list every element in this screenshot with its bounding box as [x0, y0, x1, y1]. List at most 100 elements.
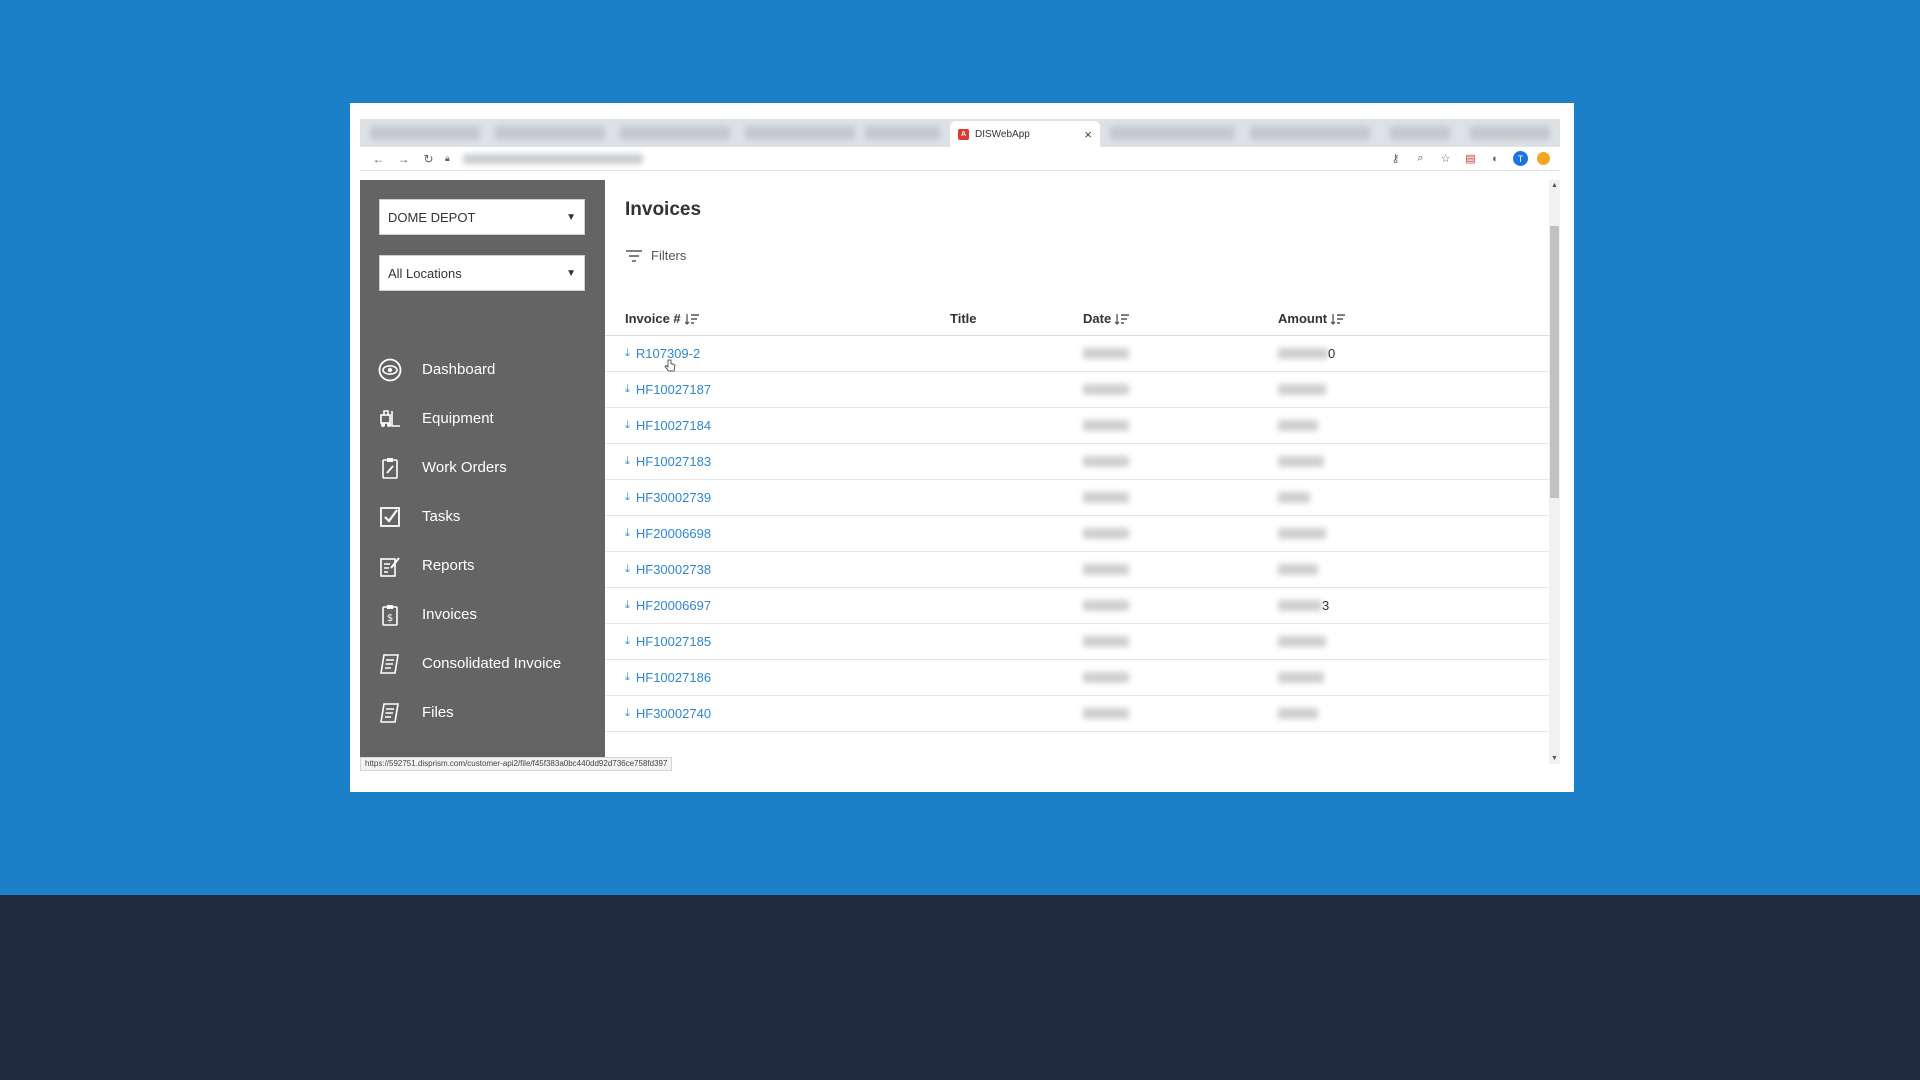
- sidebar-item-equipment[interactable]: Equipment: [360, 394, 605, 443]
- download-icon: ⤓: [625, 419, 630, 431]
- star-icon[interactable]: ☆: [1433, 152, 1458, 165]
- scrollbar[interactable]: ▲ ▼: [1549, 180, 1560, 764]
- amount-cell: [1278, 708, 1318, 719]
- sidebar-item-reports[interactable]: Reports: [360, 541, 605, 590]
- pdf-extension-icon[interactable]: ▤: [1458, 152, 1483, 165]
- column-date-label: Date: [1083, 311, 1112, 326]
- extension-badge-icon[interactable]: [1537, 152, 1550, 165]
- invoice-number: HF10027183: [635, 454, 712, 469]
- sidebar-item-label: Tasks: [422, 508, 461, 525]
- sidebar-item-label: Dashboard: [422, 361, 496, 378]
- blurred-tab[interactable]: [1470, 126, 1550, 140]
- key-icon[interactable]: ⚷: [1383, 152, 1408, 165]
- invoice-link[interactable]: ⤓ HF10027183: [625, 454, 711, 469]
- clipboard-wrench-icon: [378, 456, 402, 480]
- amount-tail: 3: [1322, 598, 1330, 613]
- invoice-link[interactable]: ⤓ HF30002739: [625, 490, 711, 505]
- sidebar-item-work-orders[interactable]: Work Orders: [360, 443, 605, 492]
- amount-cell: [1278, 456, 1324, 467]
- browser-inner: A DISWebApp × ← → ↻ 🔒︎ ⚷ ⌕ ☆ ▤ ◐ T DOME …: [360, 119, 1560, 789]
- files-icon: [378, 701, 402, 725]
- scroll-thumb[interactable]: [1550, 226, 1559, 498]
- invoice-link[interactable]: ⤓ HF10027184: [625, 418, 711, 433]
- active-tab[interactable]: A DISWebApp ×: [950, 121, 1100, 147]
- column-date[interactable]: Date: [1083, 311, 1130, 326]
- blurred-tab[interactable]: [745, 126, 855, 140]
- table-row: ⤓ HF20006697 3: [605, 588, 1549, 624]
- invoice-link[interactable]: ⤓ R107309-2: [625, 346, 700, 361]
- download-icon: ⤓: [625, 599, 630, 611]
- sidebar-item-label: Reports: [422, 557, 475, 574]
- scroll-down-icon[interactable]: ▼: [1550, 755, 1559, 762]
- invoice-number: HF10027185: [635, 634, 712, 649]
- amount-cell: [1278, 636, 1326, 647]
- company-select[interactable]: DOME DEPOT ▼: [379, 199, 585, 235]
- table-row: ⤓ HF10027187: [605, 372, 1549, 408]
- invoice-table: Invoice # Title Date Amount ⤓ R107309-2 …: [605, 302, 1549, 732]
- invoice-number: HF30002740: [635, 706, 712, 721]
- amount-cell: [1278, 384, 1326, 395]
- invoice-link[interactable]: ⤓ HF10027185: [625, 634, 711, 649]
- sidebar-item-consolidated-invoice[interactable]: Consolidated Invoice: [360, 639, 605, 688]
- lock-icon[interactable]: 🔒︎: [445, 153, 457, 164]
- company-select-value: DOME DEPOT: [388, 209, 476, 225]
- sort-icon[interactable]: [684, 313, 700, 325]
- sidebar-item-label: Consolidated Invoice: [422, 655, 562, 672]
- sidebar-item-dashboard[interactable]: Dashboard: [360, 345, 605, 394]
- invoice-link[interactable]: ⤓ HF20006698: [625, 526, 711, 541]
- download-icon: ⤓: [625, 383, 630, 395]
- date-cell: [1083, 564, 1129, 575]
- download-icon: ⤓: [625, 671, 630, 683]
- column-invoice[interactable]: Invoice #: [625, 311, 700, 326]
- table-row: ⤓ HF30002740: [605, 696, 1549, 732]
- table-body: ⤓ R107309-2 0 ⤓ HF10027187 ⤓ HF10027184 ⤓ HF1002…: [605, 336, 1549, 732]
- blurred-tab[interactable]: [370, 126, 480, 140]
- filters-button[interactable]: Filters: [625, 248, 686, 263]
- column-amount-label: Amount: [1278, 311, 1328, 326]
- invoice-link[interactable]: ⤓ HF20006697: [625, 598, 711, 613]
- download-icon: ⤓: [625, 347, 630, 359]
- status-url: https://592751.disprism.com/customer-api…: [360, 757, 673, 771]
- blurred-tab[interactable]: [495, 126, 605, 140]
- forward-arrow-icon[interactable]: →: [391, 152, 416, 166]
- back-arrow-icon[interactable]: ←: [366, 152, 391, 166]
- sidebar-item-label: Equipment: [422, 410, 494, 427]
- blurred-tab[interactable]: [1110, 126, 1235, 140]
- blurred-tab[interactable]: [865, 126, 940, 140]
- location-select[interactable]: All Locations ▼: [379, 255, 585, 291]
- blurred-tab[interactable]: [1250, 126, 1370, 140]
- address-bar[interactable]: [463, 153, 643, 164]
- amount-cell: [1278, 672, 1324, 683]
- chevron-down-icon: ▼: [566, 211, 576, 223]
- blurred-tab[interactable]: [620, 126, 730, 140]
- extension-icon[interactable]: ◐: [1483, 153, 1508, 165]
- sidebar-item-invoices[interactable]: $ Invoices: [360, 590, 605, 639]
- sort-icon[interactable]: [1114, 313, 1130, 325]
- scroll-up-icon[interactable]: ▲: [1550, 182, 1559, 189]
- sidebar-item-label: Files: [422, 704, 454, 721]
- sort-icon[interactable]: [1330, 313, 1346, 325]
- download-icon: ⤓: [625, 527, 630, 539]
- close-icon[interactable]: ×: [1084, 127, 1092, 142]
- blurred-tab[interactable]: [1390, 126, 1450, 140]
- invoice-link[interactable]: ⤓ HF10027186: [625, 670, 711, 685]
- main-content: Invoices Filters Invoice # Title Date Am…: [605, 180, 1549, 764]
- location-select-value: All Locations: [388, 265, 462, 281]
- sidebar-item-files[interactable]: Files: [360, 688, 605, 737]
- hand-cursor-icon: [664, 359, 676, 372]
- invoice-link[interactable]: ⤓ HF30002738: [625, 562, 711, 577]
- tab-bar: A DISWebApp ×: [360, 119, 1560, 147]
- browser-window: A DISWebApp × ← → ↻ 🔒︎ ⚷ ⌕ ☆ ▤ ◐ T DOME …: [350, 103, 1574, 792]
- amount-cell: [1278, 600, 1322, 611]
- amount-tail: 0: [1328, 346, 1336, 361]
- sidebar-item-tasks[interactable]: Tasks: [360, 492, 605, 541]
- profile-avatar-icon[interactable]: T: [1513, 151, 1528, 166]
- invoice-link[interactable]: ⤓ HF30002740: [625, 706, 711, 721]
- reload-icon[interactable]: ↻: [416, 152, 441, 166]
- zoom-icon[interactable]: ⌕: [1408, 152, 1433, 165]
- column-title[interactable]: Title: [950, 311, 977, 326]
- invoice-link[interactable]: ⤓ HF10027187: [625, 382, 711, 397]
- download-icon: ⤓: [625, 707, 630, 719]
- nav-list: Dashboard Equipment Work Orders Tasks Re…: [360, 345, 605, 737]
- column-amount[interactable]: Amount: [1278, 311, 1346, 326]
